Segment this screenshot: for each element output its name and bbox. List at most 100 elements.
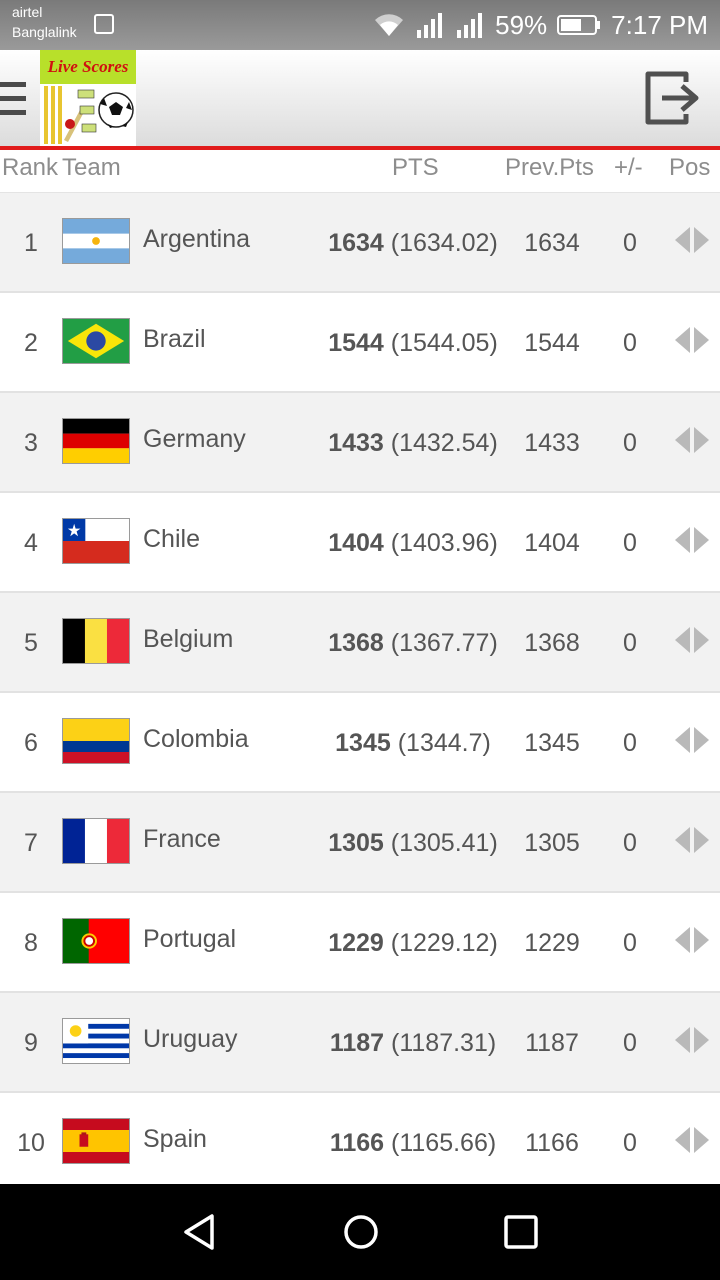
spain-flag-icon — [62, 1118, 130, 1164]
team-name: Argentina — [143, 225, 251, 253]
table-row[interactable]: 2 Brazil 1544 (1544.05) 1544 0 — [0, 293, 720, 393]
table-row[interactable]: 4 Chile 1404 (1403.96) 1404 0 — [0, 493, 720, 593]
signal-icon — [417, 13, 443, 38]
team-name: Colombia — [143, 725, 249, 753]
prev-points-cell: 1345 — [524, 729, 580, 757]
points-exact: (1229.12) — [390, 929, 498, 957]
header-team[interactable]: Team — [62, 154, 121, 182]
points-cell: 1345 (1344.7) — [310, 729, 516, 758]
points-exact: (1367.77) — [390, 629, 498, 657]
app-logo: Live Scores — [40, 50, 136, 146]
table-row[interactable]: 10 Spain 1166 (1165.66) 1166 0 — [0, 1093, 720, 1193]
table-row[interactable]: 7 France 1305 (1305.41) 1305 0 — [0, 793, 720, 893]
germany-flag-icon — [62, 418, 130, 464]
points-value: 1345 — [335, 729, 391, 757]
rank-cell: 3 — [24, 429, 38, 457]
belgium-flag-icon — [62, 618, 130, 664]
battery-percent: 59% — [495, 9, 548, 40]
position-unchanged-icon — [675, 927, 709, 953]
header-diff[interactable]: +/- — [614, 154, 643, 182]
chile-flag-icon — [62, 518, 130, 564]
prev-points-cell: 1404 — [524, 529, 580, 557]
table-header: Rank Team PTS Prev.Pts +/- Pos — [0, 150, 720, 194]
points-exact: (1403.96) — [390, 529, 498, 557]
table-row[interactable]: 1 Argentina 1634 (1634.02) 1634 0 — [0, 193, 720, 293]
prev-points-cell: 1166 — [525, 1129, 579, 1157]
position-unchanged-icon — [675, 627, 709, 653]
diff-cell: 0 — [623, 1029, 637, 1057]
points-exact: (1432.54) — [390, 429, 498, 457]
points-cell: 1166 (1165.66) — [310, 1129, 516, 1158]
diff-cell: 0 — [623, 829, 637, 857]
header-rank[interactable]: Rank — [2, 154, 58, 182]
france-flag-icon — [62, 818, 130, 864]
hamburger-icon[interactable] — [0, 82, 26, 116]
table-row[interactable]: 9 Uruguay 1187 (1187.31) 1187 0 — [0, 993, 720, 1093]
header-prev-pts[interactable]: Prev.Pts — [505, 154, 594, 182]
prev-points-cell: 1305 — [524, 829, 580, 857]
points-exact: (1187.31) — [391, 1029, 497, 1057]
cricket-football-logo-icon — [40, 84, 136, 146]
table-row[interactable]: 8 Portugal 1229 (1229.12) 1229 0 — [0, 893, 720, 993]
points-exact: (1544.05) — [390, 329, 498, 357]
points-cell: 1433 (1432.54) — [310, 429, 516, 458]
team-name: Uruguay — [143, 1025, 238, 1053]
points-exact: (1305.41) — [390, 829, 498, 857]
header-pts[interactable]: PTS — [392, 154, 439, 182]
position-unchanged-icon — [675, 427, 709, 453]
team-name: Brazil — [143, 325, 206, 353]
diff-cell: 0 — [623, 729, 637, 757]
points-value: 1634 — [328, 229, 384, 257]
prev-points-cell: 1368 — [524, 629, 580, 657]
team-name: Spain — [143, 1125, 207, 1153]
table-row[interactable]: 6 Colombia 1345 (1344.7) 1345 0 — [0, 693, 720, 793]
position-unchanged-icon — [675, 1027, 709, 1053]
table-row[interactable]: 5 Belgium 1368 (1367.77) 1368 0 — [0, 593, 720, 693]
points-cell: 1634 (1634.02) — [310, 229, 516, 258]
points-cell: 1368 (1367.77) — [310, 629, 516, 658]
recents-icon[interactable] — [497, 1208, 545, 1256]
position-unchanged-icon — [675, 727, 709, 753]
battery-icon — [557, 15, 601, 35]
prev-points-cell: 1634 — [524, 229, 580, 257]
points-cell: 1187 (1187.31) — [310, 1029, 516, 1058]
rank-cell: 9 — [24, 1029, 38, 1057]
diff-cell: 0 — [623, 529, 637, 557]
colombia-flag-icon — [62, 718, 130, 764]
position-unchanged-icon — [675, 327, 709, 353]
header-pos[interactable]: Pos — [669, 154, 710, 182]
position-unchanged-icon — [675, 527, 709, 553]
points-value: 1433 — [328, 429, 384, 457]
status-icons: 59% 7:17 PM — [373, 8, 708, 42]
home-icon[interactable] — [337, 1208, 385, 1256]
points-exact: (1165.66) — [391, 1129, 497, 1157]
status-bar: airtel Banglalink 59% 7:17 PM — [0, 0, 720, 50]
points-exact: (1634.02) — [390, 229, 498, 257]
diff-cell: 0 — [623, 429, 637, 457]
table-row[interactable]: 3 Germany 1433 (1432.54) 1433 0 — [0, 393, 720, 493]
exit-icon[interactable] — [642, 68, 702, 128]
points-value: 1368 — [328, 629, 384, 657]
system-nav-bar — [0, 1184, 720, 1280]
prev-points-cell: 1187 — [525, 1029, 579, 1057]
team-name: France — [143, 825, 221, 853]
points-value: 1305 — [328, 829, 384, 857]
argentina-flag-icon — [62, 218, 130, 264]
points-cell: 1544 (1544.05) — [310, 329, 516, 358]
logo-title: Live Scores — [40, 50, 136, 84]
back-icon[interactable] — [178, 1208, 226, 1256]
diff-cell: 0 — [623, 629, 637, 657]
ranking-table: 1 Argentina 1634 (1634.02) 1634 0 2 Braz… — [0, 193, 720, 1193]
team-name: Germany — [143, 425, 246, 453]
diff-cell: 0 — [623, 229, 637, 257]
uruguay-flag-icon — [62, 1018, 130, 1064]
position-unchanged-icon — [675, 827, 709, 853]
diff-cell: 0 — [623, 929, 637, 957]
points-cell: 1404 (1403.96) — [310, 529, 516, 558]
wifi-icon — [375, 14, 404, 36]
rank-cell: 6 — [24, 729, 38, 757]
carrier-info: airtel Banglalink — [12, 2, 77, 42]
signal-icon — [457, 13, 483, 38]
points-cell: 1305 (1305.41) — [310, 829, 516, 858]
clock: 7:17 PM — [611, 9, 708, 40]
